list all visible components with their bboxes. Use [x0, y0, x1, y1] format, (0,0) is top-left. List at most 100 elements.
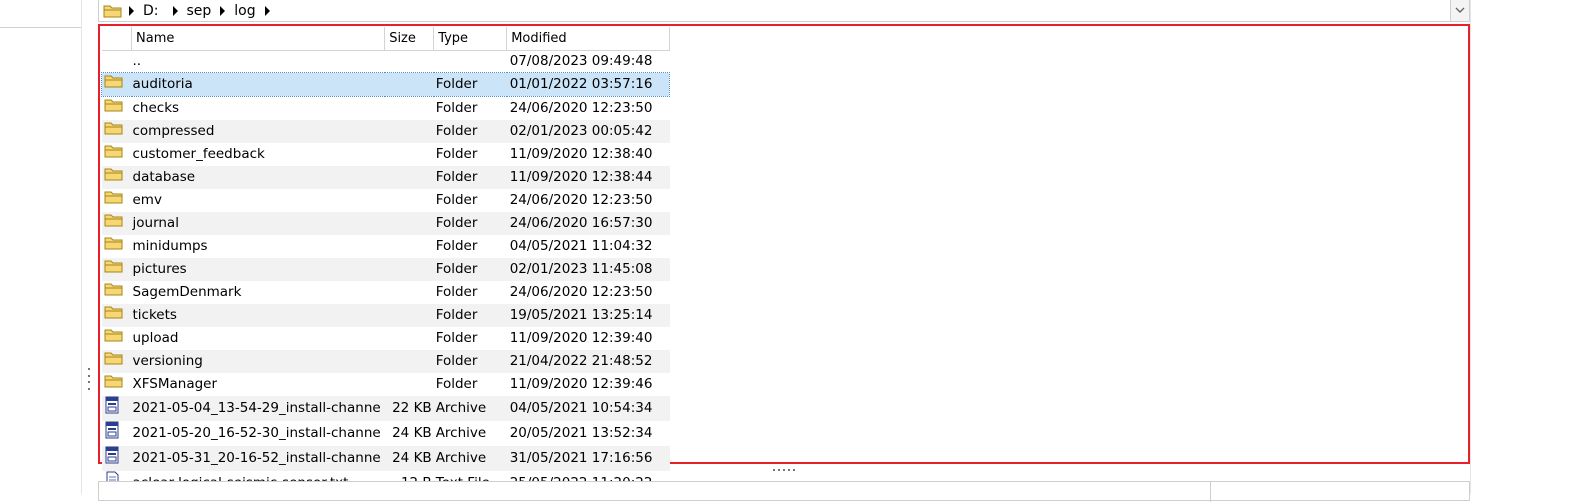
right-pane-border	[1470, 0, 1471, 494]
horizontal-splitter-grip[interactable]	[773, 469, 795, 472]
table-header-row: Name Size Type Modified	[101, 27, 671, 51]
file-size	[385, 189, 434, 212]
breadcrumb-separator-icon[interactable]	[129, 6, 134, 16]
file-size	[384, 165, 434, 189]
table-row[interactable]: compressed Folder 02/01/2023 00:05:42	[101, 119, 670, 143]
left-pane-border	[81, 0, 82, 494]
table-row[interactable]: SagemDenmark Folder 24/06/2020 12:23:50	[102, 281, 670, 304]
bottom-panel-divider	[1210, 482, 1211, 502]
breadcrumb-item-sep[interactable]: sep	[187, 2, 212, 20]
file-type: Folder	[435, 375, 478, 392]
file-size: 24 KB	[384, 445, 434, 471]
file-type: Folder	[435, 145, 478, 162]
archive-icon	[102, 421, 132, 446]
file-modified: 21/04/2022 21:48:52	[506, 349, 670, 373]
file-name[interactable]: pictures	[131, 257, 385, 281]
table-row[interactable]: emv Folder 24/06/2020 12:23:50	[102, 189, 670, 212]
folder-icon	[102, 373, 132, 396]
folder-icon	[102, 281, 132, 304]
column-header-modified[interactable]: Modified	[506, 27, 671, 51]
file-size	[385, 327, 434, 350]
file-name[interactable]: 2021-05-20_16-52-30_install-channe	[132, 421, 385, 446]
file-name[interactable]: tickets	[131, 303, 385, 327]
file-type: Archive	[433, 445, 507, 471]
breadcrumb-separator-icon[interactable]	[264, 6, 270, 16]
file-name[interactable]: emv	[132, 189, 385, 212]
column-header-name[interactable]: Name	[131, 27, 386, 51]
address-bar[interactable]: D: sep log	[98, 0, 1470, 22]
file-name[interactable]: ..	[132, 50, 385, 72]
table-row[interactable]: journal Folder 24/06/2020 16:57:30	[101, 211, 670, 235]
file-size	[384, 71, 434, 97]
table-row[interactable]: auditoria Folder 01/01/2022 03:57:16	[101, 71, 671, 97]
breadcrumb-separator-icon[interactable]	[172, 6, 178, 16]
folder-icon	[101, 119, 132, 143]
file-type: Folder	[435, 329, 478, 346]
file-type: Folder	[435, 283, 478, 300]
table-row[interactable]: customer_feedback Folder 11/09/2020 12:38:…	[102, 143, 670, 166]
file-name[interactable]: database	[131, 165, 385, 189]
file-name[interactable]: 2021-05-04_13-54-29_install-channe	[131, 395, 385, 421]
file-modified: 24/06/2020 12:23:50	[509, 191, 653, 208]
file-name[interactable]: upload	[132, 327, 385, 350]
folder-icon	[101, 303, 132, 327]
file-type	[434, 50, 507, 72]
file-name[interactable]: minidumps	[132, 235, 385, 258]
table-row[interactable]: .. 07/08/2023 09:49:48	[102, 50, 670, 72]
column-header-icon[interactable]	[101, 27, 132, 51]
file-name[interactable]: SagemDenmark	[132, 281, 385, 304]
file-modified: 24/06/2020 16:57:30	[506, 211, 670, 235]
file-name[interactable]: journal	[131, 211, 385, 235]
column-header-size[interactable]: Size	[384, 27, 435, 51]
table-row[interactable]: upload Folder 11/09/2020 12:39:40	[102, 327, 670, 350]
archive-icon	[101, 395, 132, 421]
file-type: Folder	[433, 71, 507, 97]
file-modified: 31/05/2021 17:16:56	[506, 445, 670, 471]
file-type: Folder	[435, 99, 478, 116]
file-size	[384, 257, 434, 281]
file-modified: 11/09/2020 12:38:44	[506, 165, 670, 189]
breadcrumb-separator-icon[interactable]	[220, 6, 226, 16]
table-row[interactable]: database Folder 11/09/2020 12:38:44	[101, 165, 670, 189]
table-row[interactable]: 2021-05-20_16-52-30_install-channe 24 KB A…	[102, 421, 670, 446]
folder-icon[interactable]	[103, 3, 123, 19]
table-row[interactable]: minidumps Folder 04/05/2021 11:04:32	[102, 235, 670, 258]
file-size	[385, 50, 434, 72]
file-name[interactable]: customer_feedback	[132, 143, 385, 166]
breadcrumb-item-drive[interactable]: D:	[143, 2, 159, 20]
table-row[interactable]: tickets Folder 19/05/2021 13:25:14	[101, 303, 670, 327]
table-row[interactable]: pictures Folder 02/01/2023 11:45:08	[101, 257, 670, 281]
file-size	[384, 349, 434, 373]
file-size	[385, 96, 434, 120]
left-pane	[0, 0, 82, 494]
file-list-panel[interactable]: Name Size Type Modified .. 07/08/2023 09:…	[98, 24, 1470, 491]
vertical-splitter-grip[interactable]	[87, 368, 91, 390]
file-type: Archive	[433, 395, 507, 421]
table-row[interactable]: 2021-05-04_13-54-29_install-channe 22 KB A…	[101, 395, 670, 421]
file-size	[384, 119, 434, 143]
folder-icon	[101, 349, 132, 373]
table-row[interactable]: checks Folder 24/06/2020 12:23:50	[102, 96, 670, 120]
file-name[interactable]: auditoria	[131, 71, 385, 97]
file-size	[384, 211, 434, 235]
file-name[interactable]: 2021-05-31_20-16-52_install-channe	[131, 445, 385, 471]
row-icon-cell	[102, 50, 132, 72]
column-header-type[interactable]: Type	[433, 27, 508, 51]
breadcrumb-item-log[interactable]: log	[234, 2, 255, 20]
table-row[interactable]: versioning Folder 21/04/2022 21:48:52	[101, 349, 670, 373]
file-type: Folder	[433, 257, 507, 281]
file-name[interactable]: versioning	[131, 349, 385, 373]
file-type: Folder	[433, 119, 507, 143]
folder-icon	[102, 143, 132, 166]
file-size	[385, 281, 434, 304]
file-name[interactable]: compressed	[131, 119, 385, 143]
table-row[interactable]: 2021-05-31_20-16-52_install-channe 24 KB A…	[101, 445, 670, 471]
file-type: Archive	[435, 424, 487, 441]
file-modified: 07/08/2023 09:49:48	[509, 52, 653, 69]
file-name[interactable]: checks	[132, 96, 385, 120]
file-name[interactable]: XFSManager	[132, 373, 385, 396]
file-type: Folder	[433, 165, 507, 189]
address-dropdown-button[interactable]	[1450, 0, 1470, 22]
file-type: Folder	[435, 237, 478, 254]
table-row[interactable]: XFSManager Folder 11/09/2020 12:39:46	[102, 373, 670, 396]
